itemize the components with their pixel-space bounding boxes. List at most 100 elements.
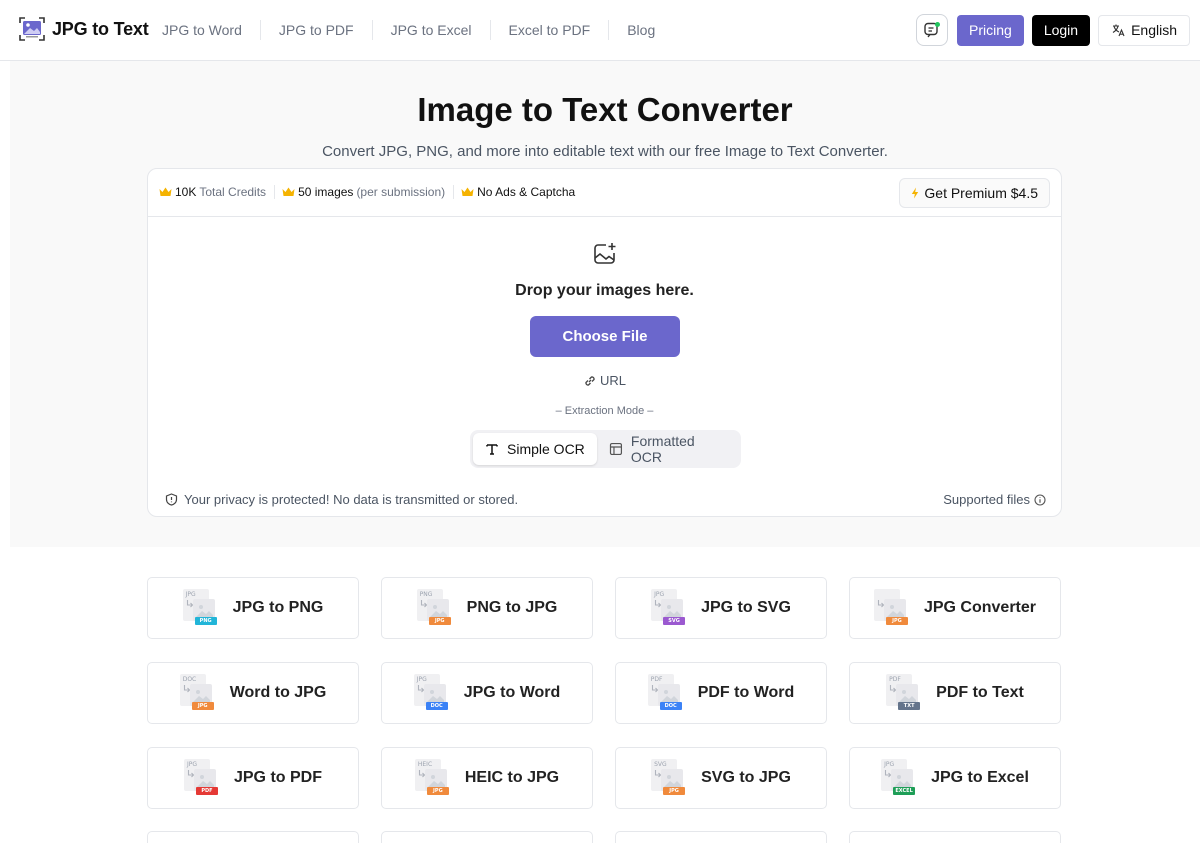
tool-card[interactable]: PDF TXT PDF to Text [849,662,1061,724]
logo[interactable]: JPG to Text [18,15,149,43]
info-icon [1034,493,1046,506]
file-type-from: PDF [889,676,901,683]
tool-card-label: HEIC to JPG [464,769,560,786]
tool-card[interactable]: HEIC JPG HEIC to JPG [381,747,593,809]
file-convert-icon: PNG JPG [416,589,453,627]
tool-card[interactable]: JPG PDF JPG to PDF [147,747,359,809]
tool-card[interactable] [615,831,827,843]
file-type-to-badge: JPG [885,617,908,625]
file-convert-icon: DOC JPG [179,674,216,712]
tool-card[interactable]: JPG PNG JPG to PNG [147,577,359,639]
tool-card[interactable]: JPG SVG JPG to SVG [615,577,827,639]
file-convert-icon: HEIC JPG [414,759,451,797]
tool-card-label: JPG to Excel [931,769,1029,786]
extraction-mode-toggle: Simple OCR Formatted OCR [470,430,741,468]
tool-card[interactable]: SVG JPG SVG to JPG [615,747,827,809]
file-type-to-badge: PNG [194,617,217,625]
file-type-to-badge: JPG [426,787,449,795]
file-type-from: PNG [419,591,433,598]
nav-jpg-to-word[interactable]: JPG to Word [144,20,261,40]
tool-card-label: Word to JPG [229,684,327,701]
upload-card: 10K Total Credits 50 images (per submiss… [147,168,1062,517]
file-convert-icon: SVG JPG [651,759,687,797]
tool-card[interactable]: JPG DOC JPG to Word [381,662,593,724]
login-button[interactable]: Login [1031,14,1091,46]
tool-card[interactable]: PDF DOC PDF to Word [615,662,827,724]
tool-card[interactable] [849,831,1061,843]
tool-card[interactable]: DOC JPG Word to JPG [147,662,359,724]
page-title: Image to Text Converter [417,91,793,128]
file-convert-icon: JPG [873,589,910,627]
tool-grid: JPG PNG JPG to PNG PNG JPG PNG to JPG JPG SVG JP… [147,577,1062,809]
file-convert-icon: PDF TXT [886,674,922,712]
image-upload-icon [594,243,616,264]
extraction-mode-label: – Extraction Mode – [555,405,654,417]
file-type-from: JPG [185,591,196,598]
file-type-to-badge: PDF [195,787,218,795]
get-premium-button[interactable]: Get Premium $4.5 [899,178,1050,208]
file-type-to-badge: DOC [425,702,448,710]
file-convert-icon: JPG EXCEL [881,759,917,797]
tool-card-label: PDF to Word [697,684,795,701]
file-type-from: HEIC [417,761,433,768]
file-type-from: JPG [654,591,665,598]
pricing-button[interactable]: Pricing [957,14,1024,46]
logo-icon [18,15,46,43]
file-convert-icon: PDF DOC [647,674,684,712]
tool-card-label: SVG to JPG [701,769,791,786]
nav-blog[interactable]: Blog [609,20,673,40]
tool-card-label: JPG Converter [923,599,1037,616]
feature-images: 50 images (per submission) [282,185,455,199]
language-button[interactable]: English [1098,14,1190,46]
link-icon [585,375,595,386]
tool-card[interactable]: JPG JPG Converter [849,577,1061,639]
site-header: JPG to Text JPG to Word JPG to PDF JPG t… [0,0,1200,61]
tool-card-label: JPG to SVG [701,599,791,616]
page-subtitle: Convert JPG, PNG, and more into editable… [322,143,888,160]
file-type-to-badge: JPG [191,702,214,710]
main-nav: JPG to Word JPG to PDF JPG to Excel Exce… [144,20,673,40]
formatted-ocr-option[interactable]: Formatted OCR [597,433,741,465]
tool-card-label: JPG to PDF [233,769,322,786]
tool-card-label: JPG to PNG [232,599,324,616]
crown-icon [461,187,474,196]
tool-card-label: PDF to Text [936,684,1024,701]
nav-jpg-to-pdf[interactable]: JPG to PDF [261,20,373,40]
upload-card-header: 10K Total Credits 50 images (per submiss… [148,169,1061,217]
nav-excel-to-pdf[interactable]: Excel to PDF [491,20,610,40]
tool-card-label: PNG to JPG [466,599,558,616]
lightning-icon [912,187,919,199]
file-convert-icon: JPG PNG [182,589,219,627]
translate-icon [1112,24,1125,37]
supported-files-link[interactable]: Supported files [943,492,1046,507]
crown-icon [282,187,295,196]
tool-card[interactable]: PNG JPG PNG to JPG [381,577,593,639]
file-type-from: SVG [654,761,667,768]
feedback-button[interactable] [916,14,949,46]
file-type-to-badge: JPG [663,787,686,795]
feature-list: 10K Total Credits 50 images (per submiss… [159,185,590,199]
text-icon [486,444,498,455]
feature-no-ads: No Ads & Captcha [461,185,583,199]
header-actions: Pricing Login English [916,14,1190,46]
tool-card[interactable] [381,831,593,843]
tool-card[interactable]: JPG EXCEL JPG to Excel [849,747,1061,809]
tool-grid-next-row [147,831,1062,843]
tool-card[interactable] [147,831,359,843]
simple-ocr-option[interactable]: Simple OCR [473,433,597,465]
file-type-to-badge: SVG [663,617,686,625]
drop-zone-text: Drop your images here. [515,282,694,299]
language-label: English [1131,22,1177,38]
crown-icon [159,187,172,196]
file-type-from: PDF [650,676,663,683]
file-convert-icon: JPG PDF [183,759,220,797]
file-type-from: JPG [186,761,198,768]
url-upload-link[interactable]: URL [148,373,1061,388]
chat-icon [924,22,941,38]
tool-card-label: JPG to Word [463,684,561,701]
logo-text: JPG to Text [52,18,149,39]
file-type-from: JPG [884,761,895,768]
nav-jpg-to-excel[interactable]: JPG to Excel [373,20,491,40]
file-type-to-badge: JPG [428,617,451,625]
choose-file-button[interactable]: Choose File [530,316,680,357]
